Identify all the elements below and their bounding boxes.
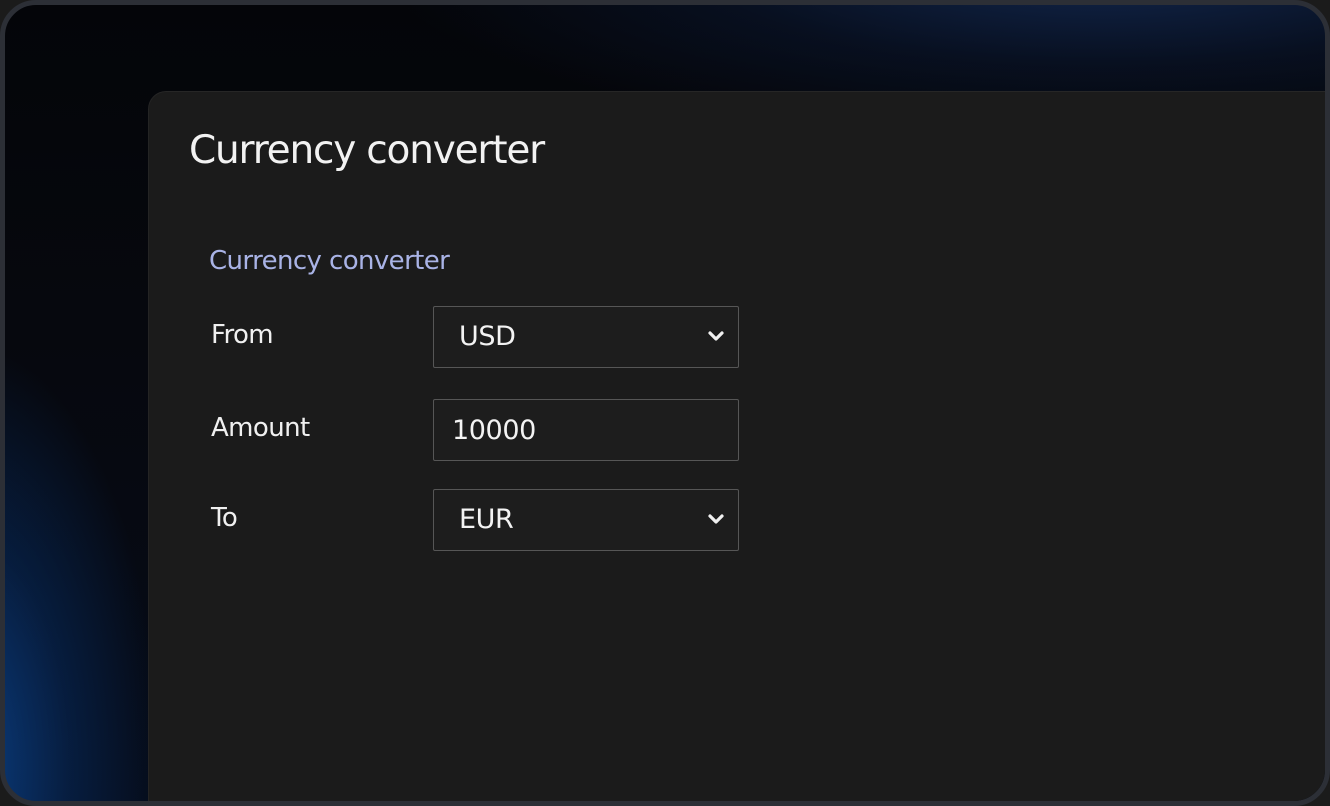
section-title: Currency converter bbox=[209, 246, 450, 276]
amount-label: Amount bbox=[211, 413, 310, 443]
amount-input[interactable] bbox=[434, 400, 738, 460]
amount-row: Amount bbox=[211, 399, 771, 461]
to-currency-select[interactable]: EUR bbox=[433, 489, 739, 551]
to-currency-value: EUR bbox=[459, 504, 514, 535]
currency-converter-window: Currency converter Currency converter Fr… bbox=[148, 91, 1325, 801]
chevron-down-icon bbox=[708, 331, 724, 341]
window-title: Currency converter bbox=[189, 128, 545, 173]
from-currency-value: USD bbox=[459, 321, 516, 352]
from-label: From bbox=[211, 320, 274, 350]
from-currency-select[interactable]: USD bbox=[433, 306, 739, 368]
screen-frame: Currency converter Currency converter Fr… bbox=[0, 0, 1330, 806]
to-label: To bbox=[211, 503, 238, 533]
amount-field[interactable] bbox=[433, 399, 739, 461]
to-row: To EUR bbox=[211, 489, 771, 551]
chevron-down-icon bbox=[708, 514, 724, 524]
from-row: From USD bbox=[211, 306, 771, 368]
